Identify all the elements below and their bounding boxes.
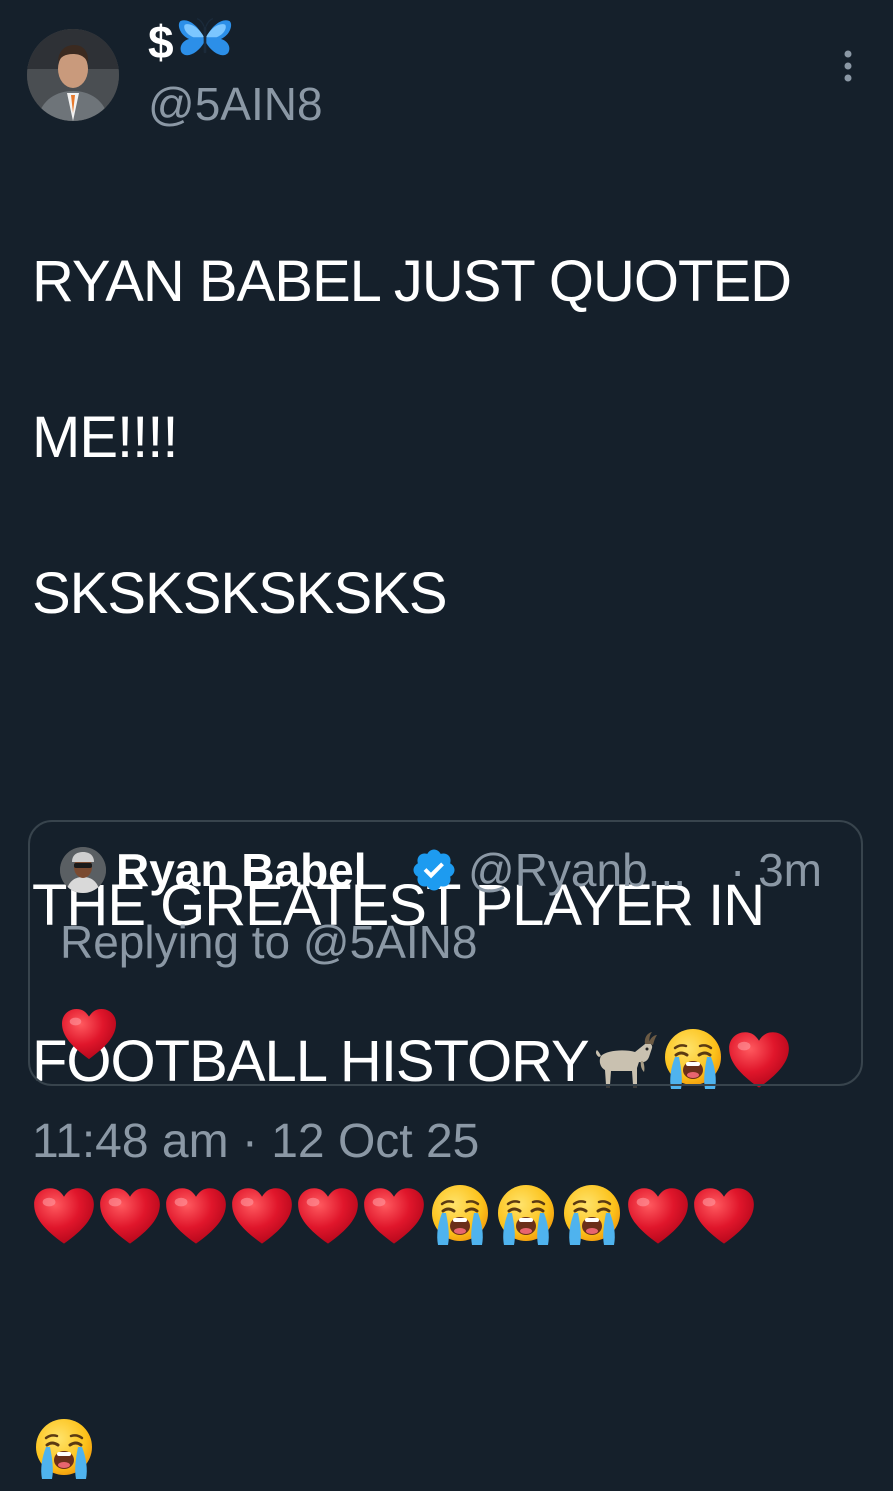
loudly-crying-face-icon	[428, 1183, 492, 1247]
red-heart-icon	[692, 1187, 756, 1247]
red-heart-icon	[98, 1187, 162, 1247]
quoted-author-handle[interactable]: @Ryanb...	[468, 842, 686, 898]
tweet-line: RYAN BABEL JUST QUOTED	[32, 249, 792, 314]
more-options-icon[interactable]	[830, 44, 866, 88]
verified-badge-icon	[413, 849, 455, 891]
red-heart-icon	[362, 1187, 426, 1247]
red-heart-icon	[32, 1187, 96, 1247]
tweet-timestamp[interactable]: 11:48 am · 12 Oct 25	[32, 1113, 479, 1171]
red-heart-icon	[230, 1187, 294, 1247]
author-display-name[interactable]: $	[148, 14, 234, 70]
quoted-tweet-card[interactable]: Ryan Babel @Ryanb... · 3m Replying to @5…	[28, 820, 863, 1086]
tweet-line: SKSKSKSKSKS	[32, 561, 448, 626]
loudly-crying-face-icon	[494, 1183, 558, 1247]
red-heart-icon	[626, 1187, 690, 1247]
emoji-row	[32, 1179, 862, 1257]
loudly-crying-face-icon	[32, 1417, 96, 1481]
quoted-author-avatar[interactable]	[60, 847, 106, 893]
quoted-tweet-time: · 3m	[730, 844, 822, 896]
red-heart-icon	[60, 1008, 118, 1062]
red-heart-icon	[296, 1187, 360, 1247]
replying-to-label: Replying to @5AIN8	[60, 916, 478, 968]
quoted-author-name[interactable]: Ryan Babel	[116, 842, 367, 898]
author-avatar[interactable]	[27, 29, 119, 121]
tweet-line: ME!!!!	[32, 405, 178, 470]
loudly-crying-face-icon	[560, 1183, 624, 1247]
red-heart-icon	[164, 1187, 228, 1247]
author-handle[interactable]: @5AIN8	[148, 76, 323, 132]
butterfly-icon	[176, 16, 234, 62]
emoji-row	[32, 1335, 862, 1413]
